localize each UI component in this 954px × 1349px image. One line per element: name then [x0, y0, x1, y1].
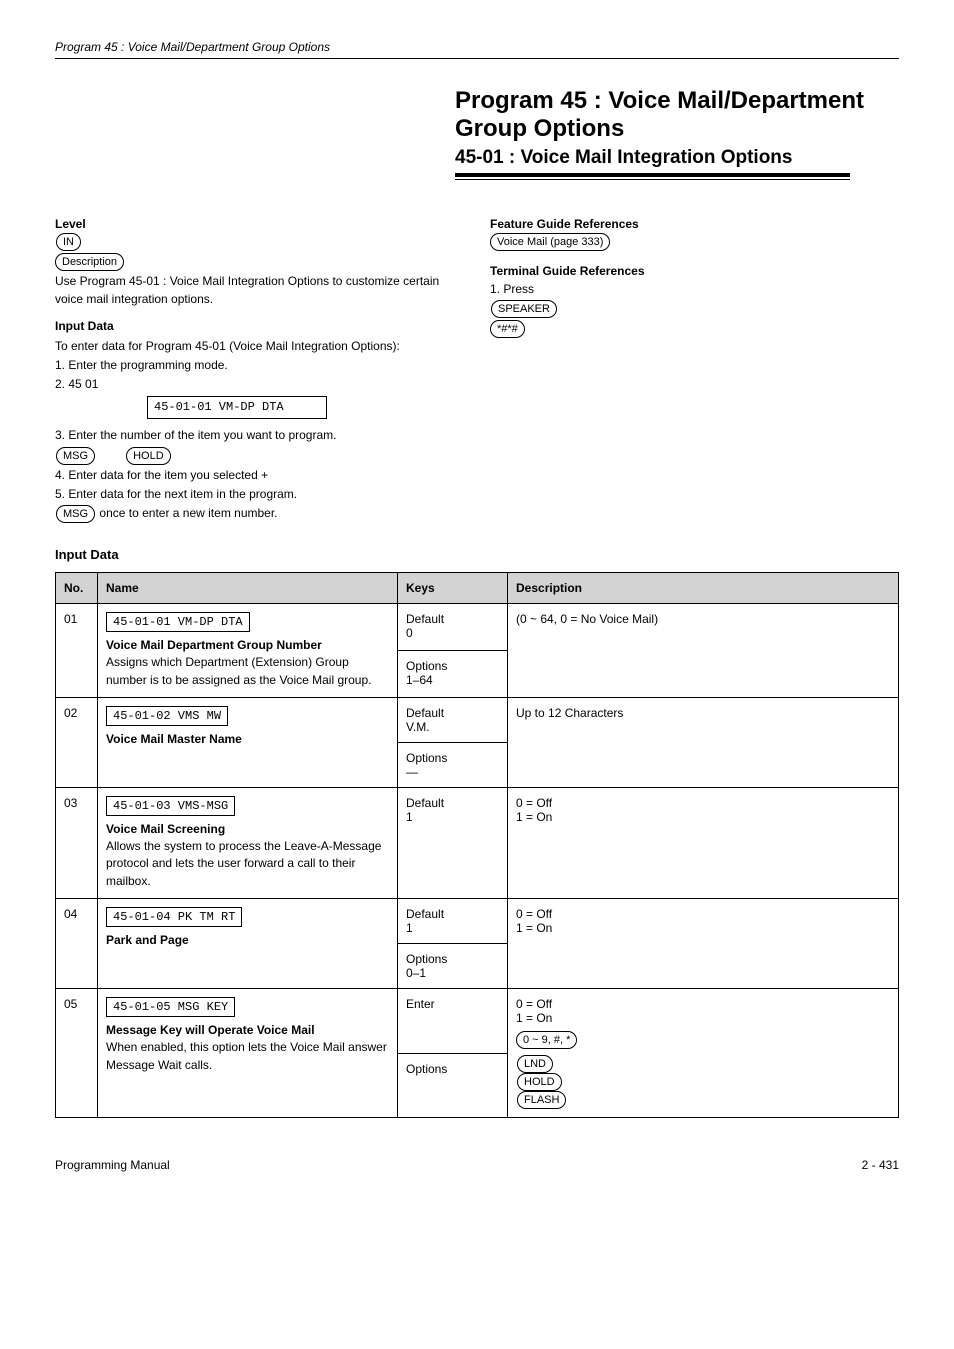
key-pill: 0 ~ 9, #, *: [516, 1031, 577, 1049]
key-label: Default: [406, 907, 499, 921]
screen-box: 45-01-03 VMS-MSG: [106, 796, 235, 816]
key-label: Enter: [406, 997, 499, 1011]
screen-box: 45-01-05 MSG KEY: [106, 997, 235, 1017]
header-text: Program 45 : Voice Mail/Department Group…: [55, 40, 899, 54]
key-pill: HOLD: [517, 1073, 562, 1091]
header-rule: [55, 58, 899, 59]
left-step5c: once to enter a new item number.: [99, 506, 277, 520]
key-label: Default: [406, 796, 499, 810]
item-name: Message Key will Operate Voice Mail: [106, 1023, 389, 1037]
section-title: Program 45 : Voice Mail/Department Group…: [455, 87, 899, 143]
cell-desc: 0 = Off 1 = On: [508, 788, 899, 899]
key-value: 1: [406, 921, 499, 935]
screen-box: 45-01-02 VMS MW: [106, 706, 228, 726]
item-name-desc: Allows the system to process the Leave-A…: [106, 838, 389, 890]
item-name: Park and Page: [106, 933, 389, 947]
item-name-desc: When enabled, this option lets the Voice…: [106, 1039, 389, 1074]
left-step5a: 5. Enter data for the next item in the p…: [55, 486, 464, 503]
cell-no: 01: [56, 604, 98, 698]
cell-desc: (0 ~ 64, 0 = No Voice Mail): [508, 604, 899, 698]
left-screen-box: 45-01-01 VM-DP DTA: [147, 396, 327, 419]
cell-no: 04: [56, 899, 98, 989]
key-pill: LND: [517, 1055, 553, 1073]
key-value: 0–1: [406, 966, 499, 980]
screen-box: 45-01-04 PK TM RT: [106, 907, 242, 927]
th-name: Name: [98, 573, 398, 604]
fg-heading: Feature Guide References: [490, 216, 899, 233]
cell-no: 05: [56, 989, 98, 1118]
desc-line: Use Program 45-01 : Voice Mail Integrati…: [55, 273, 464, 308]
table-row: 05 45-01-05 MSG KEY Message Key will Ope…: [56, 989, 899, 1054]
table-row: 03 45-01-03 VMS-MSG Voice Mail Screening…: [56, 788, 899, 899]
footer: Programming Manual 2 - 431: [55, 1158, 899, 1172]
key-value: 0: [406, 626, 499, 640]
cell-no: 02: [56, 698, 98, 788]
intro-right-column: Feature Guide References Voice Mail (pag…: [490, 216, 899, 525]
cell-desc: Up to 12 Characters: [508, 698, 899, 788]
th-no: No.: [56, 573, 98, 604]
level-pill: IN: [56, 233, 81, 251]
tg-step4-pill: *#*#: [490, 320, 525, 338]
footer-right: 2 - 431: [862, 1158, 899, 1172]
table-row: 04 45-01-04 PK TM RT Park and Page Defau…: [56, 899, 899, 944]
desc-text: 0 = Off 1 = On: [516, 997, 890, 1025]
tg-step1a: 1. Press: [490, 282, 534, 296]
key-label: Default: [406, 706, 499, 720]
th-keys: Keys: [398, 573, 508, 604]
hold-pill-1: HOLD: [126, 447, 171, 465]
item-name: Voice Mail Department Group Number: [106, 638, 389, 652]
input-data-heading: Input Data: [55, 318, 464, 335]
key-pill: FLASH: [517, 1091, 566, 1109]
double-underline: [455, 173, 850, 180]
key-value: V.M.: [406, 720, 499, 734]
footer-left: Programming Manual: [55, 1158, 170, 1172]
tg-heading: Terminal Guide References: [490, 263, 899, 280]
options-table: No. Name Keys Description 01 45-01-01 VM…: [55, 572, 899, 1118]
key-label: Options: [406, 1062, 499, 1076]
left-p1: To enter data for Program 45-01 (Voice M…: [55, 338, 464, 355]
cell-no: 03: [56, 788, 98, 899]
key-label: Options: [406, 751, 499, 765]
tg-speaker-pill: SPEAKER: [491, 300, 557, 318]
item-name: Voice Mail Master Name: [106, 732, 389, 746]
fg-item-pill: Voice Mail (page 333): [490, 233, 610, 251]
cell-desc: 0 = Off 1 = On 0 ~ 9, #, * LND HOLD FLAS…: [508, 989, 899, 1118]
key-label: Options: [406, 659, 499, 673]
level-label: Level: [55, 216, 464, 233]
desc-heading-pill: Description: [55, 253, 124, 271]
item-name-desc: Assigns which Department (Extension) Gro…: [106, 654, 389, 689]
msg-pill-1: MSG: [56, 447, 95, 465]
cell-desc: 0 = Off 1 = On: [508, 899, 899, 989]
msg-pill-2: MSG: [56, 505, 95, 523]
key-label: Default: [406, 612, 499, 626]
th-desc: Description: [508, 573, 899, 604]
key-value: 1: [406, 810, 499, 824]
key-value: 1–64: [406, 673, 499, 687]
left-step3: 3. Enter the number of the item you want…: [55, 427, 464, 444]
table-row: 01 45-01-01 VM-DP DTA Voice Mail Departm…: [56, 604, 899, 651]
intro-left-column: Level IN Description Use Program 45-01 :…: [55, 216, 464, 525]
left-step1: 1. Enter the programming mode.: [55, 357, 464, 374]
screen-box: 45-01-01 VM-DP DTA: [106, 612, 250, 632]
input-data-heading-2: Input Data: [55, 547, 899, 562]
key-value: —: [406, 765, 499, 779]
key-label: Options: [406, 952, 499, 966]
section-subtitle: 45-01 : Voice Mail Integration Options: [455, 147, 899, 169]
left-step2: 2. 45 01: [55, 376, 464, 393]
left-step4: 4. Enter data for the item you selected …: [55, 468, 268, 482]
item-name: Voice Mail Screening: [106, 822, 389, 836]
table-row: 02 45-01-02 VMS MW Voice Mail Master Nam…: [56, 698, 899, 743]
